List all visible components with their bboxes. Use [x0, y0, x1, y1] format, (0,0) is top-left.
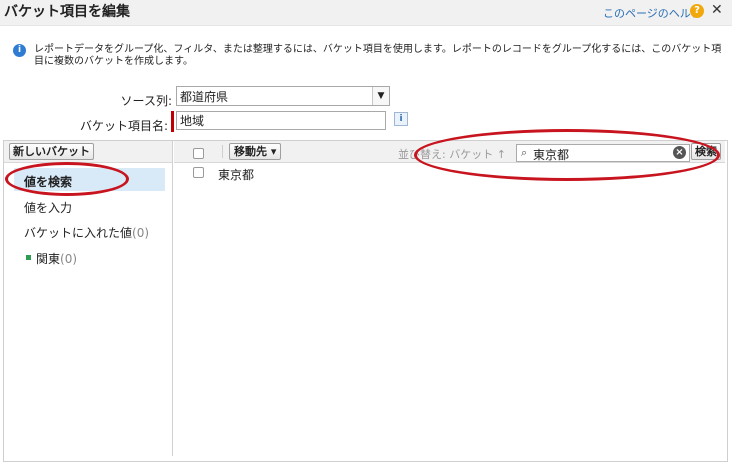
dropdown-arrow-icon[interactable]: ▼ — [372, 87, 389, 105]
bucket-bullet-icon — [26, 255, 31, 260]
nav-item-label: 関東 — [36, 252, 61, 266]
nav-item-label: バケットに入れた値 — [24, 226, 133, 240]
annotation-circle — [5, 162, 129, 196]
nav-item-enter-values[interactable]: 値を入力 — [24, 199, 72, 216]
nav-item-bucketed-values[interactable]: バケットに入れた値(0) — [24, 224, 149, 241]
required-indicator — [171, 111, 174, 132]
nav-item-bucket-kanto[interactable]: 関東(0) — [36, 250, 77, 267]
info-icon[interactable]: i — [394, 112, 408, 126]
info-text: レポートデータをグループ化、フィルタ、または整理するには、バケット項目を使用しま… — [34, 44, 722, 67]
close-icon[interactable]: ✕ — [711, 2, 723, 18]
nav-item-count: (0) — [132, 226, 150, 240]
help-link[interactable]: このページのヘルプ — [603, 5, 702, 21]
source-column-select[interactable]: 都道府県 ▼ — [176, 86, 390, 106]
source-column-label: ソース列: — [120, 94, 172, 108]
bucket-field-name-wrapper: 地域 — [171, 111, 389, 132]
bucket-field-name-label: バケット項目名: — [79, 119, 168, 133]
new-bucket-button[interactable]: 新しいバケット — [9, 143, 94, 160]
info-icon: i — [13, 44, 26, 57]
row-checkbox[interactable] — [193, 167, 204, 178]
nav-item-count: (0) — [60, 252, 78, 266]
annotation-circle — [414, 129, 720, 181]
list-item: 東京都 — [218, 168, 255, 182]
page-title: バケット項目を編集 — [4, 4, 130, 20]
toolbar-divider — [222, 145, 223, 158]
help-icon[interactable]: ? — [690, 4, 704, 18]
source-column-value: 都道府県 — [180, 90, 229, 104]
bucket-field-name-input[interactable]: 地域 — [176, 111, 386, 130]
select-all-checkbox[interactable] — [193, 148, 204, 159]
move-to-button[interactable]: 移動先 ▾ — [229, 143, 282, 160]
